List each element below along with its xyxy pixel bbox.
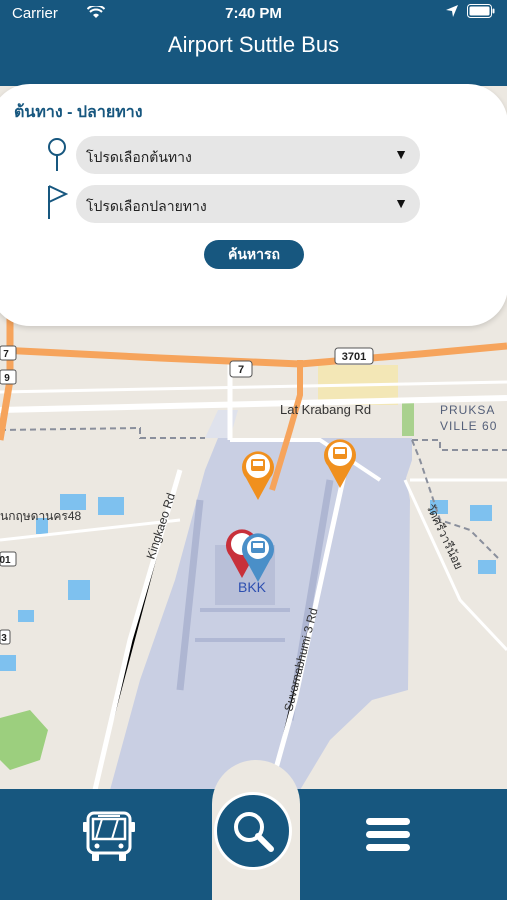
road-shield-text: 7 [3, 349, 9, 360]
route-panel-title: ต้นทาง - ปลายทาง [14, 104, 143, 121]
destination-flag-icon [48, 185, 68, 219]
origin-pin-icon [48, 138, 66, 171]
page-title: Airport Suttle Bus [167, 32, 340, 57]
map-water [18, 610, 34, 622]
status-right [445, 4, 495, 18]
map-water [470, 505, 492, 521]
airport-code-label: BKK [238, 579, 267, 595]
road [0, 380, 507, 394]
search-icon [234, 812, 274, 852]
road-shield-text: 7 [238, 364, 244, 376]
origin-select[interactable]: โปรดเลือกต้นทาง ▼ [76, 136, 420, 174]
road-label: Lat Krabang Rd [280, 402, 371, 417]
airport-area [205, 410, 238, 438]
map-water [60, 494, 86, 510]
road-lat-krabang [0, 395, 507, 413]
search-tab-button[interactable] [214, 792, 292, 870]
location-arrow-icon [446, 5, 458, 17]
route-panel: ต้นทาง - ปลายทาง โปรดเลือกต้นทาง ▼ โปรดเ… [0, 84, 507, 326]
area-label: PRUKSA [440, 403, 495, 417]
highway-7 [0, 342, 507, 368]
bus-icon[interactable] [82, 810, 136, 864]
origin-select-value: โปรดเลือกต้นทาง [86, 149, 192, 165]
map-water [98, 497, 124, 515]
chevron-down-icon: ▼ [394, 195, 408, 211]
map-park [0, 710, 48, 770]
status-bar: Carrier 7:40 PM [0, 0, 507, 26]
road-shield-text: 3701 [342, 351, 366, 363]
map-park [402, 400, 414, 436]
road-shield-text: 9 [4, 373, 10, 384]
search-bus-button[interactable]: ค้นหารถ [204, 240, 304, 269]
road-shield-text: 3 [1, 633, 7, 644]
map-water [0, 655, 16, 671]
destination-select[interactable]: โปรดเลือกปลายทาง ▼ [76, 185, 420, 223]
battery-icon [467, 4, 495, 18]
nav-bar: Airport Suttle Bus [0, 26, 507, 86]
destination-select-value: โปรดเลือกปลายทาง [86, 198, 207, 214]
status-time: 7:40 PM [225, 5, 282, 22]
map-water [478, 560, 496, 574]
chevron-down-icon: ▼ [394, 146, 408, 162]
map-water [68, 580, 90, 600]
road-shield-text: 01 [0, 555, 11, 566]
menu-icon[interactable] [364, 814, 412, 856]
road-label: Kingkaeo Rd [144, 491, 179, 561]
road-label: นกฤษดานคร48 [0, 509, 82, 523]
area-label: VILLE 60 [440, 419, 497, 433]
